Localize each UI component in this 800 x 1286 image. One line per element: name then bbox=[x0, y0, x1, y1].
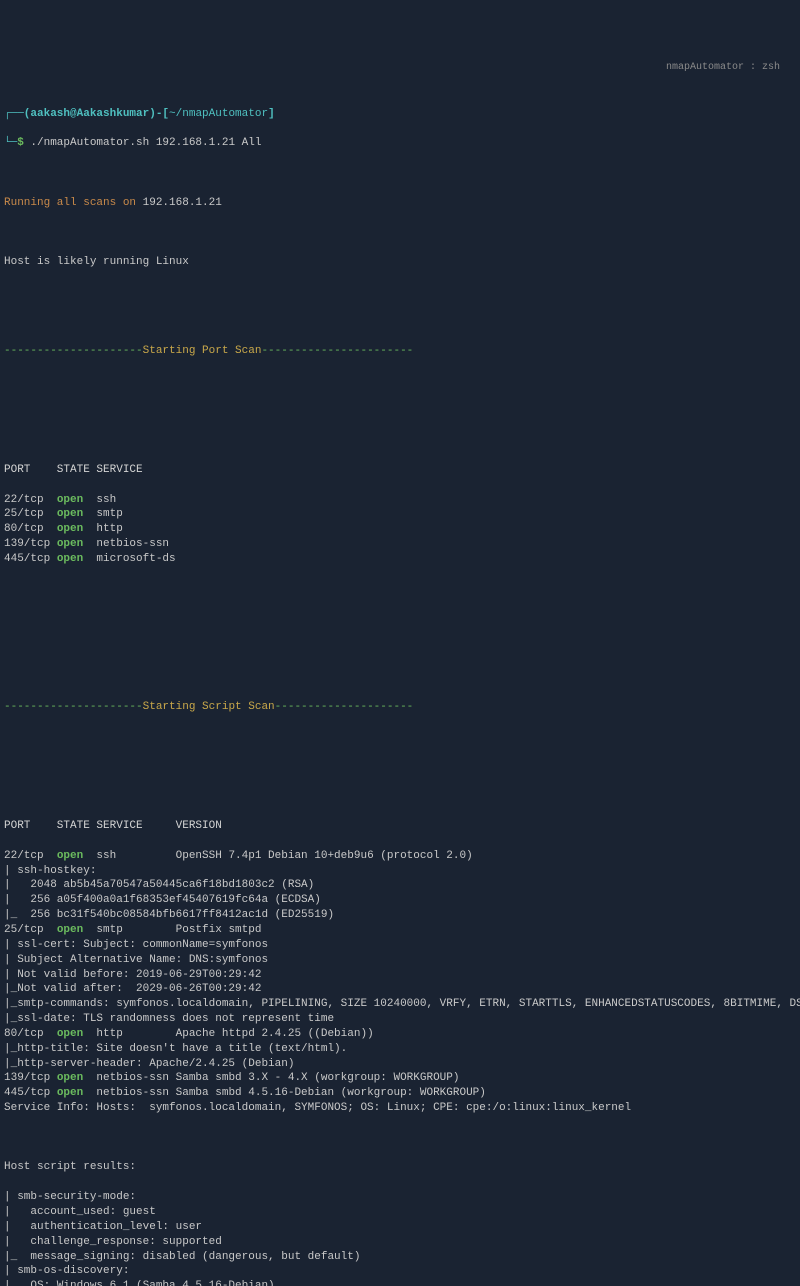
script-line: 445/tcp open netbios-ssn Samba smbd 4.5.… bbox=[4, 1086, 800, 1101]
script-line: |_ 256 bc31f540bc08584bfb6617ff8412ac1d … bbox=[4, 908, 800, 923]
script-line: |_http-title: Site doesn't have a title … bbox=[4, 1042, 800, 1057]
host-os-line: Host is likely running Linux bbox=[4, 255, 800, 270]
script-line: |_smtp-commands: symfonos.localdomain, P… bbox=[4, 997, 800, 1012]
host-result-line: | OS: Windows 6.1 (Samba 4.5.16-Debian) bbox=[4, 1279, 800, 1286]
host-result-line: | authentication_level: user bbox=[4, 1220, 800, 1235]
running-line: Running all scans on 192.168.1.21 bbox=[4, 196, 800, 211]
port-scan-col-header: PORT STATE SERVICE bbox=[4, 463, 800, 478]
prompt-line1: ┌──(aakash@Aakashkumar)-[~/nmapAutomator… bbox=[4, 107, 800, 122]
script-line: Service Info: Hosts: symfonos.localdomai… bbox=[4, 1101, 800, 1116]
script-line: |_ssl-date: TLS randomness does not repr… bbox=[4, 1012, 800, 1027]
port-row: 139/tcp open netbios-ssn bbox=[4, 537, 800, 552]
host-results-title: Host script results: bbox=[4, 1160, 800, 1175]
window-title: nmapAutomator : zsh bbox=[0, 59, 800, 77]
host-result-line: | smb-security-mode: bbox=[4, 1190, 800, 1205]
terminal-output[interactable]: ┌──(aakash@Aakashkumar)-[~/nmapAutomator… bbox=[0, 92, 800, 1286]
port-scan-header: ---------------------Starting Port Scan-… bbox=[4, 344, 800, 359]
prompt-line2: └─$ ./nmapAutomator.sh 192.168.1.21 All bbox=[4, 136, 800, 151]
script-line: |_http-server-header: Apache/2.4.25 (Deb… bbox=[4, 1057, 800, 1072]
script-scan-col-header: PORT STATE SERVICE VERSION bbox=[4, 819, 800, 834]
script-line: 139/tcp open netbios-ssn Samba smbd 3.X … bbox=[4, 1071, 800, 1086]
port-row: 80/tcp open http bbox=[4, 522, 800, 537]
script-line: | 256 a05f400a0a1f68353ef45407619fc64a (… bbox=[4, 893, 800, 908]
script-line: | ssl-cert: Subject: commonName=symfonos bbox=[4, 938, 800, 953]
port-row: 25/tcp open smtp bbox=[4, 507, 800, 522]
script-line: |_Not valid after: 2029-06-26T00:29:42 bbox=[4, 982, 800, 997]
script-line: 22/tcp open ssh OpenSSH 7.4p1 Debian 10+… bbox=[4, 849, 800, 864]
script-line: | ssh-hostkey: bbox=[4, 864, 800, 879]
host-result-line: | smb-os-discovery: bbox=[4, 1264, 800, 1279]
host-result-line: |_ message_signing: disabled (dangerous,… bbox=[4, 1250, 800, 1265]
port-row: 22/tcp open ssh bbox=[4, 493, 800, 508]
script-line: 80/tcp open http Apache httpd 2.4.25 ((D… bbox=[4, 1027, 800, 1042]
script-line: | 2048 ab5b45a70547a50445ca6f18bd1803c2 … bbox=[4, 878, 800, 893]
script-line: | Subject Alternative Name: DNS:symfonos bbox=[4, 953, 800, 968]
host-result-line: | account_used: guest bbox=[4, 1205, 800, 1220]
script-line: | Not valid before: 2019-06-29T00:29:42 bbox=[4, 968, 800, 983]
port-row: 445/tcp open microsoft-ds bbox=[4, 552, 800, 567]
script-line: 25/tcp open smtp Postfix smtpd bbox=[4, 923, 800, 938]
host-result-line: | challenge_response: supported bbox=[4, 1235, 800, 1250]
script-scan-header: ---------------------Starting Script Sca… bbox=[4, 700, 800, 715]
